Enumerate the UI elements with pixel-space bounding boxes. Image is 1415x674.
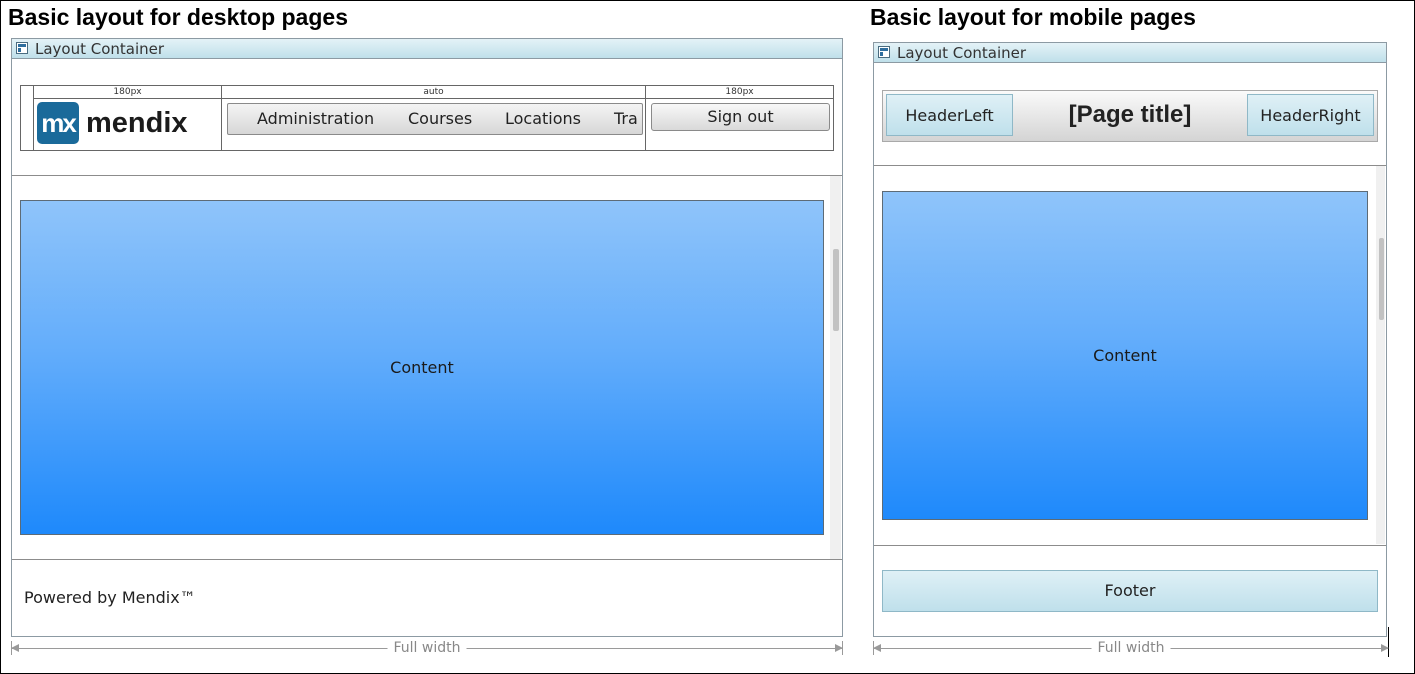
column-width-left: 180px [34, 86, 221, 99]
page-title: [Page title] [1068, 101, 1192, 128]
header-left-button[interactable]: HeaderLeft [886, 94, 1013, 136]
desktop-scrollbar[interactable] [830, 176, 841, 559]
desktop-header-grid[interactable]: 180px auto 180px mx mendix Administratio… [20, 85, 834, 151]
mobile-header-separator [874, 165, 1386, 166]
mendix-logo-wordmark: mendix [86, 107, 188, 139]
column-width-center: auto [222, 86, 645, 99]
mobile-content-label: Content [1093, 345, 1157, 365]
desktop-container-title: Layout Container [35, 40, 165, 58]
desktop-footer-text: Powered by Mendix™ [24, 588, 196, 607]
mobile-footer[interactable]: Footer [882, 570, 1378, 612]
layout-container-icon [16, 42, 28, 54]
layout-container-icon [878, 46, 890, 58]
mobile-container-title-bar: Layout Container [874, 43, 1386, 63]
desktop-layout-container[interactable]: Layout Container 180px auto 180px mx men… [11, 38, 843, 637]
mobile-content-area[interactable]: Content [882, 191, 1368, 520]
mendix-logo-badge: mx [37, 102, 79, 144]
menu-item-administration[interactable]: Administration [257, 104, 374, 134]
navigation-menu-bar[interactable]: Administration Courses Locations Tra [227, 103, 643, 135]
mobile-layout-container[interactable]: Layout Container HeaderLeft [Page title]… [873, 42, 1387, 637]
mobile-heading: Basic layout for mobile pages [870, 4, 1196, 30]
mobile-header-bar: HeaderLeft [Page title] HeaderRight [882, 90, 1378, 142]
desktop-dimension-label: Full width [387, 641, 467, 655]
desktop-width-dimension: Full width [11, 641, 843, 655]
desktop-content-label: Content [390, 357, 454, 377]
desktop-container-title-bar: Layout Container [12, 39, 842, 59]
sign-out-button[interactable]: Sign out [651, 103, 830, 131]
mobile-container-title: Layout Container [897, 44, 1027, 62]
mobile-scrollbar[interactable] [1376, 166, 1385, 544]
menu-item-locations[interactable]: Locations [505, 104, 581, 134]
desktop-heading: Basic layout for desktop pages [8, 4, 348, 30]
column-width-right: 180px [646, 86, 833, 99]
footer-separator [12, 559, 842, 560]
header-separator [12, 175, 842, 176]
mobile-footer-separator [874, 545, 1386, 546]
mobile-width-dimension: Full width [873, 627, 1389, 657]
desktop-content-area[interactable]: Content [20, 200, 824, 535]
mobile-dimension-label: Full width [1091, 641, 1171, 655]
desktop-scrollbar-thumb[interactable] [833, 249, 839, 331]
header-right-button[interactable]: HeaderRight [1247, 94, 1374, 136]
mobile-scrollbar-thumb[interactable] [1379, 238, 1384, 320]
menu-item-truncated[interactable]: Tra [614, 104, 638, 134]
menu-item-courses[interactable]: Courses [408, 104, 472, 134]
